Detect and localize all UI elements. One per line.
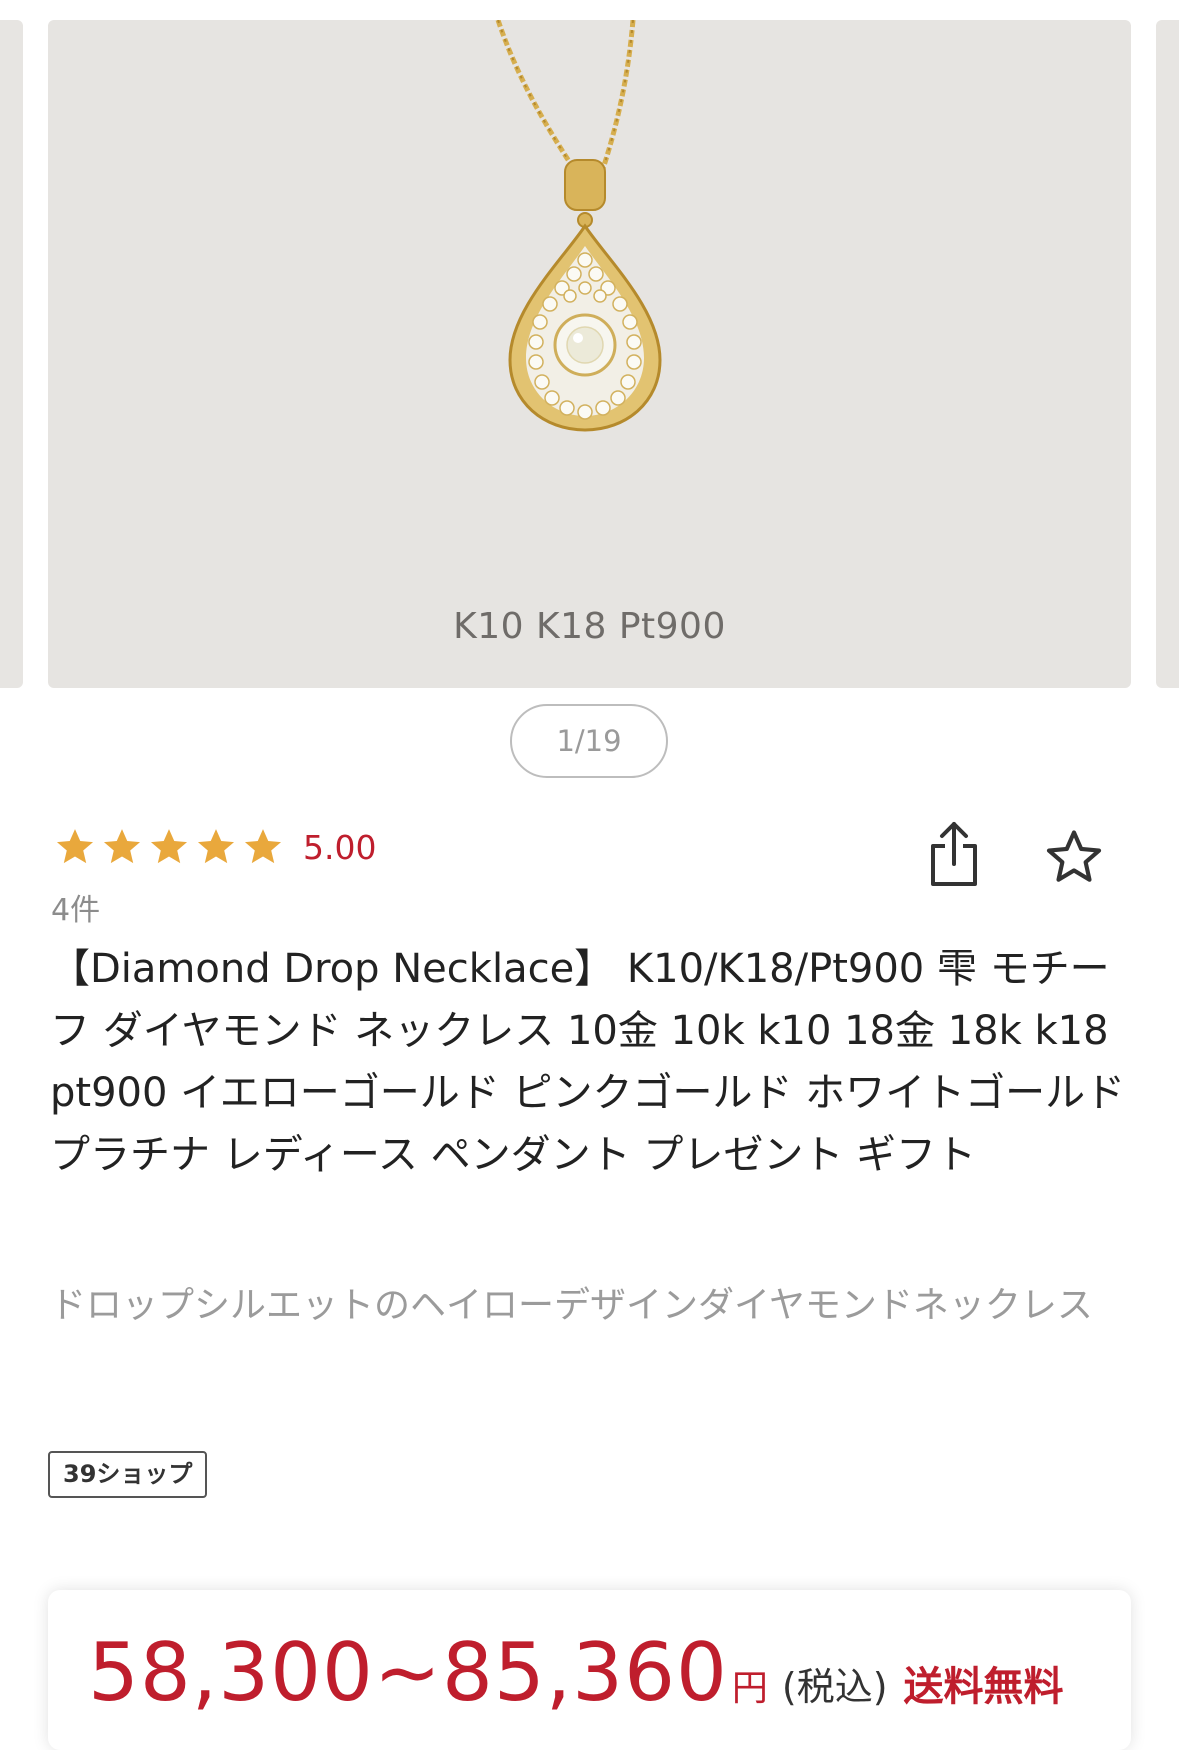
price-unit: 円 xyxy=(731,1668,768,1709)
star-filled-icon xyxy=(103,829,141,864)
price-row: 58,300~85,360 円 (税込) 送料無料 xyxy=(88,1626,1064,1719)
free-shipping-label: 送料無料 xyxy=(903,1664,1064,1710)
previous-slide-peek[interactable] xyxy=(0,20,23,688)
shop-badge: 39ショップ xyxy=(48,1451,208,1498)
image-carousel[interactable]: K10 K18 Pt900 xyxy=(0,0,1179,690)
rating-stars[interactable]: 5.00 xyxy=(54,825,376,869)
tax-label: (税込) xyxy=(781,1665,888,1709)
product-description: ドロップシルエットのヘイローデザインダイヤモンドネックレス xyxy=(50,1285,1093,1326)
necklace-illustration xyxy=(495,20,662,432)
share-icon[interactable] xyxy=(928,820,980,888)
review-count[interactable]: 4件 xyxy=(51,885,100,929)
image-caption: K10 K18 Pt900 xyxy=(453,606,726,647)
star-filled-icon xyxy=(197,829,235,864)
next-slide-peek[interactable] xyxy=(1156,20,1179,688)
star-outline-icon[interactable] xyxy=(1043,826,1105,888)
star-filled-icon xyxy=(244,829,282,864)
image-counter: 1/19 xyxy=(510,704,668,778)
star-filled-icon xyxy=(150,829,188,864)
rating-value: 5.00 xyxy=(303,827,377,867)
price-amount: 58,300~85,360 xyxy=(88,1626,728,1719)
price-card: 58,300~85,360 円 (税込) 送料無料 xyxy=(48,1590,1131,1750)
product-image[interactable]: K10 K18 Pt900 xyxy=(48,20,1131,688)
product-title: 【Diamond Drop Necklace】 K10/K18/Pt900 雫 … xyxy=(50,946,1126,1178)
star-filled-icon xyxy=(56,829,94,864)
